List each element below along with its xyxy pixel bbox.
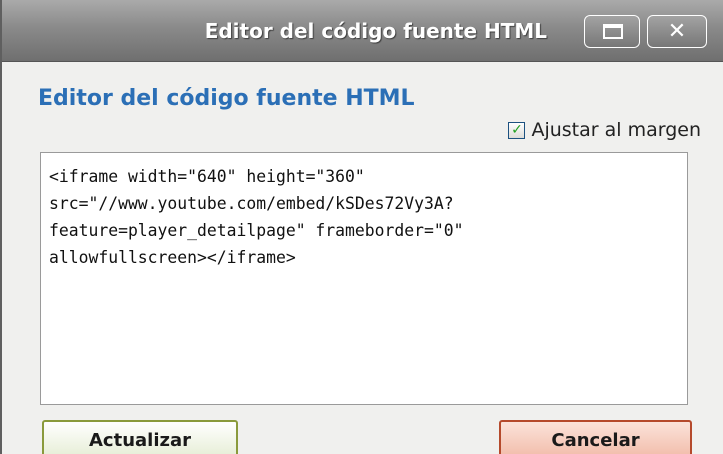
code-line: feature=player_detailpage" frameborder="… <box>49 221 464 240</box>
update-button[interactable]: Actualizar <box>42 420 238 454</box>
source-editor-dialog: Editor del código fuente HTML ✕ Editor d… <box>0 0 723 454</box>
dialog-heading: Editor del código fuente HTML <box>38 86 415 111</box>
title-bar[interactable]: Editor del código fuente HTML ✕ <box>2 0 723 62</box>
maximize-button[interactable] <box>584 15 640 48</box>
cancel-button[interactable]: Cancelar <box>499 420 692 454</box>
close-button[interactable]: ✕ <box>647 15 707 48</box>
html-source-textarea[interactable]: <iframe width="640" height="360" src="//… <box>40 152 688 405</box>
window-title: Editor del código fuente HTML <box>204 19 547 43</box>
word-wrap-checkbox[interactable]: ✓ <box>508 121 526 139</box>
code-line: src="//www.youtube.com/embed/kSDes72Vy3A… <box>49 194 454 213</box>
word-wrap-label[interactable]: Ajustar al margen <box>531 119 701 141</box>
code-line: allowfullscreen></iframe> <box>49 248 296 267</box>
close-icon: ✕ <box>667 19 687 44</box>
code-line: <iframe width="640" height="360" <box>49 167 365 186</box>
word-wrap-option[interactable]: ✓ Ajustar al margen <box>508 118 701 142</box>
maximize-icon <box>603 24 623 39</box>
